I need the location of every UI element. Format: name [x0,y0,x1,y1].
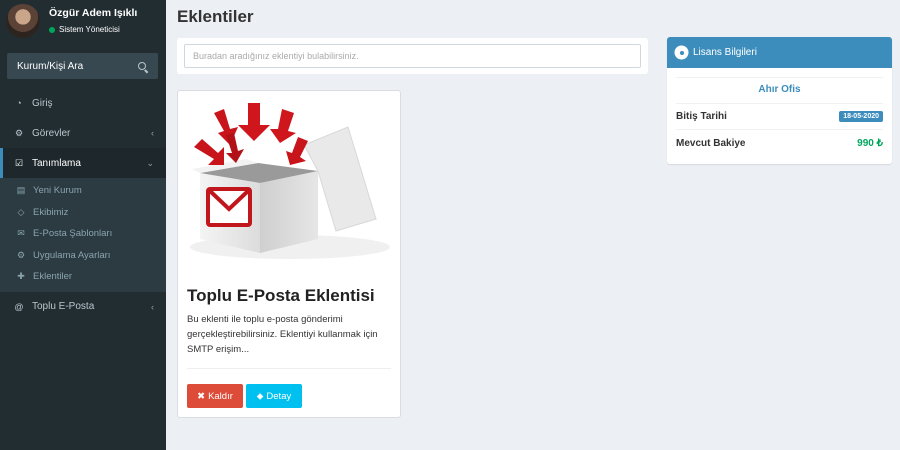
dashboard-icon: ◔ [16,98,22,108]
sidebar-menu: ◔ Giriş ⚙ Görevler ‹ ☑ Tanımlama ⌄ ▤ Yen… [0,88,166,322]
diamond-icon: ◇ [17,206,25,217]
submenu-item-label: Eklentiler [33,271,73,283]
sidebar: Özgür Adem Işıklı Sistem Yöneticisi Kuru… [0,0,166,450]
sidebar-item-label: Tanımlama [32,157,81,169]
extension-description: Bu eklenti ile toplu e-posta gönderimi g… [187,314,378,355]
submenu-item-uygulama-ayarlari[interactable]: ⚙ Uygulama Ayarları [0,245,166,267]
submenu-item-ekibimiz[interactable]: ◇ Ekibimiz [0,202,166,224]
extension-title: Toplu E-Posta Eklentisi [187,286,375,305]
license-company: Ahır Ofis [758,84,801,95]
sidebar-item-tanimlama[interactable]: ☑ Tanımlama ⌄ [0,148,166,178]
at-icon: @ [14,301,24,312]
sidebar-item-giris[interactable]: ◔ Giriş [0,88,166,118]
detail-button-label: Detay [266,390,292,402]
submenu-tanimlama: ▤ Yeni Kurum ◇ Ekibimiz ✉ E-Posta Şablon… [0,178,166,292]
cogs-icon: ⚙ [16,249,26,260]
end-date-label: Bitiş Tarihi [676,111,727,122]
sidebar-item-label: Giriş [32,97,53,109]
submenu-item-eklentiler[interactable]: ✚ Eklentiler [0,266,166,288]
sidebar-item-gorevler[interactable]: ⚙ Görevler ‹ [0,118,166,148]
license-box: Lisans Bilgileri Ahır Ofis Bitiş Tarihi … [667,37,892,164]
user-panel: Özgür Adem Işıklı Sistem Yöneticisi [0,0,166,46]
tag-icon: ⬥ [256,390,264,402]
submenu-item-label: Ekibimiz [33,206,69,218]
license-header-title: Lisans Bilgileri [693,47,757,58]
chevron-down-icon: ⌄ [146,157,154,168]
page-title: Eklentiler [177,7,254,26]
submenu-item-label: E-Posta Şablonları [33,228,113,240]
detail-button[interactable]: ⬥ Detay [246,384,302,408]
remove-button[interactable]: ✖ Kaldır [187,384,243,408]
balance-value: 990 ₺ [857,138,883,149]
envelope-icon: ✉ [17,228,25,239]
extension-card: Toplu E-Posta Eklentisi Bu eklenti ile t… [177,90,401,418]
cogs-icon: ⚙ [14,127,24,138]
balance-label: Mevcut Bakiye [676,138,746,149]
user-role: Sistem Yöneticisi [59,25,120,34]
sidebar-search-input[interactable]: Kurum/Kişi Ara [7,53,158,79]
card-divider [187,368,391,369]
search-icon[interactable] [137,61,148,72]
submenu-item-eposta-sablonlari[interactable]: ✉ E-Posta Şablonları [0,223,166,245]
remove-button-label: Kaldır [208,390,233,402]
sidebar-item-label: Görevler [32,127,71,139]
extension-search-box [177,38,648,74]
submenu-item-yeni-kurum[interactable]: ▤ Yeni Kurum [0,180,166,202]
license-end-date-row: Bitiş Tarihi 18-05-2020 [676,103,883,130]
close-icon: ✖ [197,390,206,402]
submenu-item-label: Yeni Kurum [33,185,82,197]
end-date-badge: 18-05-2020 [839,111,883,122]
sidebar-item-label: Toplu E-Posta [32,301,95,312]
user-status: Sistem Yöneticisi [49,25,120,34]
license-balance-row: Mevcut Bakiye 990 ₺ [676,130,883,157]
checkbox-icon: ☑ [14,157,24,168]
online-status-icon [49,26,55,33]
extension-image [186,99,394,274]
extension-search-input[interactable] [184,44,641,68]
sidebar-item-toplu-eposta[interactable]: @ Toplu E-Posta ‹ [0,292,166,322]
document-icon: ▤ [16,185,26,196]
submenu-item-label: Uygulama Ayarları [33,249,111,261]
user-name: Özgür Adem Işıklı [49,7,138,19]
chevron-left-icon: ‹ [151,301,154,312]
avatar [6,4,40,38]
license-header: Lisans Bilgileri [667,37,892,68]
sidebar-search-placeholder: Kurum/Kişi Ara [17,60,84,72]
chevron-left-icon: ‹ [151,128,154,138]
divider [676,77,883,78]
puzzle-icon: ✚ [17,271,25,282]
gear-icon [676,47,687,58]
